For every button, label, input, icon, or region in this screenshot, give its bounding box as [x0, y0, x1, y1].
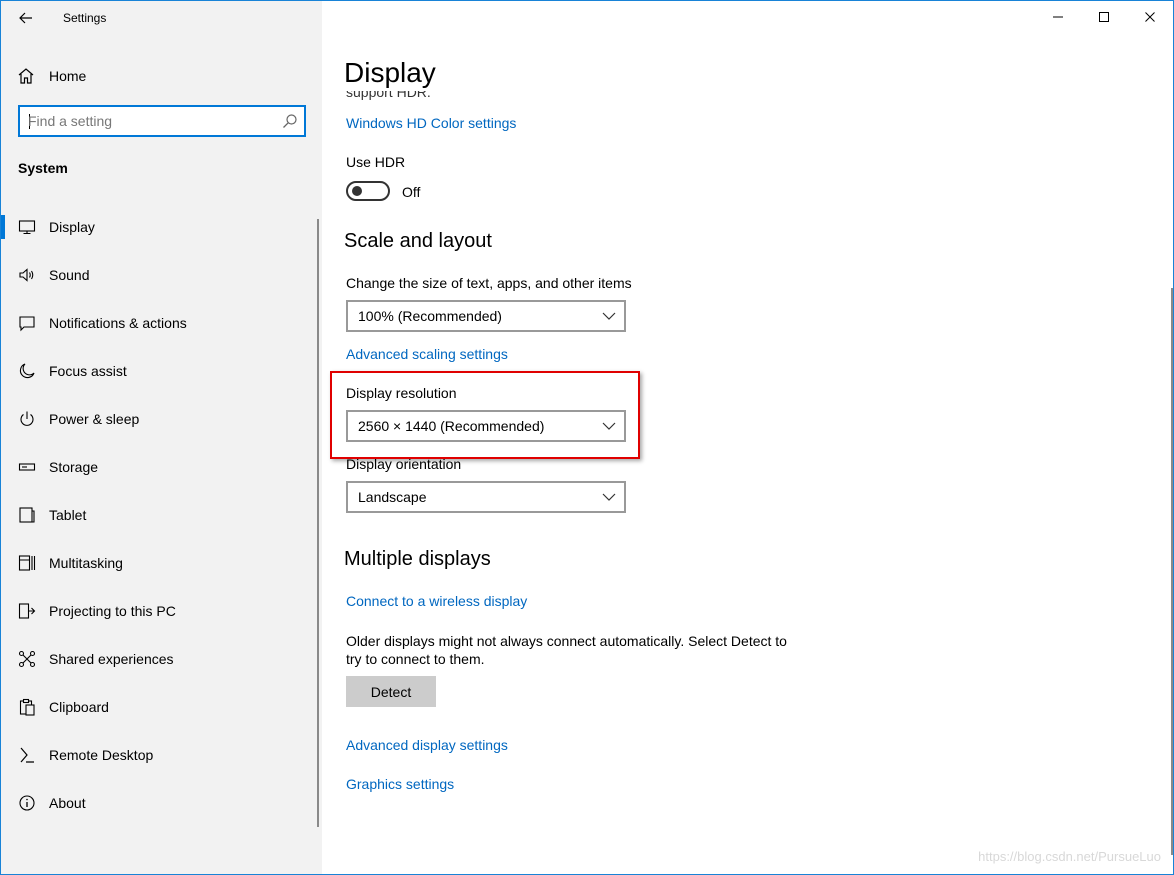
- back-arrow-icon: [19, 12, 32, 24]
- sidebar-item-focus-assist[interactable]: Focus assist: [1, 347, 322, 395]
- sidebar-item-label: Notifications & actions: [49, 315, 187, 331]
- sidebar-item-multitasking[interactable]: Multitasking: [1, 539, 322, 587]
- sidebar-item-notifications[interactable]: Notifications & actions: [1, 299, 322, 347]
- toggle-knob: [352, 186, 362, 196]
- sidebar-item-label: Storage: [49, 459, 99, 475]
- app-title: Settings: [63, 11, 107, 25]
- scale-label: Change the size of text, apps, and other…: [346, 275, 632, 291]
- sidebar-item-label: Remote Desktop: [49, 747, 154, 763]
- nav-list: Display Sound Notifications & actions Fo…: [1, 203, 322, 827]
- resolution-label: Display resolution: [346, 385, 457, 401]
- sidebar-item-power-sleep[interactable]: Power & sleep: [1, 395, 322, 443]
- shared-icon: [18, 650, 36, 668]
- sidebar-item-label: Multitasking: [49, 555, 123, 571]
- orientation-dropdown-value: Landscape: [358, 489, 427, 505]
- sidebar-item-remote-desktop[interactable]: Remote Desktop: [1, 731, 322, 779]
- page-title: Display: [344, 57, 436, 88]
- sidebar-item-about[interactable]: About: [1, 779, 322, 827]
- sidebar-item-clipboard[interactable]: Clipboard: [1, 683, 322, 731]
- graphics-settings-link[interactable]: Graphics settings: [346, 776, 454, 792]
- minimize-icon: [1053, 16, 1063, 18]
- use-hdr-toggle[interactable]: [346, 181, 390, 201]
- info-icon: [18, 794, 36, 812]
- maximize-icon: [1099, 12, 1109, 22]
- settings-window: Settings Home System Display: [0, 0, 1174, 875]
- multitasking-icon: [18, 554, 36, 572]
- wireless-display-link[interactable]: Connect to a wireless display: [346, 593, 527, 609]
- chevron-down-icon: [602, 312, 616, 320]
- hdr-cut-text: support HDR.: [346, 91, 431, 105]
- advanced-display-link[interactable]: Advanced display settings: [346, 737, 508, 753]
- sidebar-item-label: Projecting to this PC: [49, 603, 176, 619]
- monitor-icon: [18, 218, 36, 236]
- multiple-displays-title: Multiple displays: [344, 548, 491, 570]
- sidebar-item-shared-experiences[interactable]: Shared experiences: [1, 635, 322, 683]
- main-scrollbar[interactable]: [1171, 288, 1173, 855]
- chevron-down-icon: [602, 493, 616, 501]
- hdr-cut-text-content: support HDR.: [346, 91, 431, 100]
- sidebar-item-label: Clipboard: [49, 699, 109, 715]
- back-button[interactable]: [15, 7, 37, 29]
- search-input[interactable]: [28, 112, 268, 130]
- remote-desktop-icon: [18, 746, 36, 764]
- tablet-icon: [18, 506, 36, 524]
- storage-icon: [18, 458, 36, 476]
- sidebar-item-display[interactable]: Display: [1, 203, 322, 251]
- sidebar-item-label: Focus assist: [49, 363, 127, 379]
- sidebar-item-tablet[interactable]: Tablet: [1, 491, 322, 539]
- sidebar-item-label: Tablet: [49, 507, 87, 523]
- group-title: System: [18, 160, 68, 176]
- power-icon: [18, 410, 36, 428]
- scale-dropdown-value: 100% (Recommended): [358, 308, 502, 324]
- detect-button[interactable]: Detect: [346, 676, 436, 707]
- maximize-button[interactable]: [1081, 1, 1127, 33]
- speaker-icon: [18, 266, 36, 284]
- sidebar-item-label: About: [49, 795, 86, 811]
- orientation-label: Display orientation: [346, 456, 462, 472]
- sidebar-item-label: Shared experiences: [49, 651, 174, 667]
- home-icon: [18, 68, 34, 84]
- main-content: Display support HDR. Windows HD Color se…: [322, 1, 1173, 874]
- clipboard-icon: [18, 698, 36, 716]
- search-icon[interactable]: [282, 113, 298, 129]
- sidebar-item-label: Power & sleep: [49, 411, 140, 427]
- home-nav-item[interactable]: Home: [17, 65, 86, 87]
- sidebar-item-sound[interactable]: Sound: [1, 251, 322, 299]
- scale-section-title: Scale and layout: [344, 230, 492, 252]
- use-hdr-state: Off: [402, 184, 421, 200]
- moon-icon: [18, 362, 36, 380]
- sidebar: Settings Home System Display: [1, 1, 322, 874]
- projecting-icon: [18, 602, 36, 620]
- minimize-button[interactable]: [1035, 1, 1081, 33]
- sidebar-item-label: Sound: [49, 267, 90, 283]
- detect-description: Older displays might not always connect …: [346, 633, 787, 667]
- sidebar-scrollbar[interactable]: [317, 219, 319, 827]
- use-hdr-label: Use HDR: [346, 154, 406, 170]
- search-box[interactable]: [18, 105, 306, 137]
- resolution-dropdown[interactable]: 2560 × 1440 (Recommended): [346, 410, 626, 442]
- scale-dropdown[interactable]: 100% (Recommended): [346, 300, 626, 332]
- close-icon: [1145, 12, 1155, 22]
- orientation-dropdown[interactable]: Landscape: [346, 481, 626, 513]
- sidebar-item-projecting[interactable]: Projecting to this PC: [1, 587, 322, 635]
- sidebar-item-label: Display: [49, 219, 95, 235]
- watermark: https://blog.csdn.net/PursueLuo: [978, 849, 1161, 864]
- advanced-scaling-link[interactable]: Advanced scaling settings: [346, 346, 508, 362]
- sidebar-item-storage[interactable]: Storage: [1, 443, 322, 491]
- close-button[interactable]: [1127, 1, 1173, 33]
- resolution-dropdown-value: 2560 × 1440 (Recommended): [358, 418, 545, 434]
- home-label: Home: [49, 68, 87, 84]
- message-icon: [18, 314, 36, 332]
- window-controls: [1035, 1, 1173, 33]
- windows-hd-color-link[interactable]: Windows HD Color settings: [346, 115, 516, 131]
- chevron-down-icon: [602, 422, 616, 430]
